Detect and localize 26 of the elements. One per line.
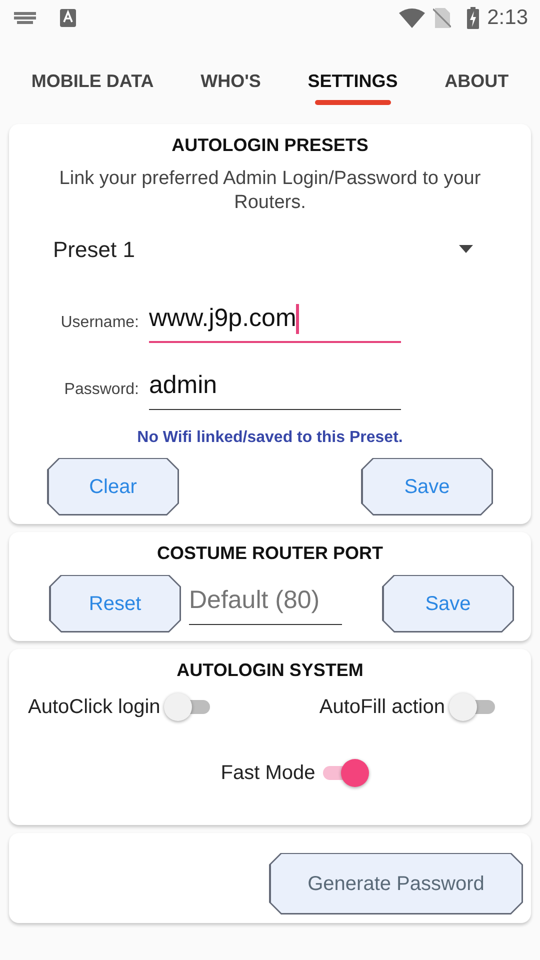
input-field[interactable]: www.j9p.com [149,300,401,343]
card-title: COSTUME ROUTER PORT [156,542,383,562]
no-sim-icon [433,8,452,28]
preset-dropdown[interactable]: Preset 1 [25,222,515,276]
description-text: Link your preferred Admin Login/Password to your Routers. [58,167,482,214]
wifi-icon [399,8,426,28]
tab[interactable]: SETTINGS [302,50,404,108]
input-field[interactable]: admin [149,367,401,410]
field-label: Password: [63,380,140,400]
card-title: AUTOLOGIN PRESETS [172,135,368,155]
card-title: AUTOLOGIN SYSTEM [176,660,364,680]
notice-text: No Wifi linked/saved to this Preset. [137,428,403,446]
switch-label: AutoFill action [319,694,445,720]
switch-label: Fast Mode [220,760,316,786]
tab[interactable]: MOBILE DATA [25,50,160,108]
dropdown-caret-icon [459,245,473,253]
keyboard-icon [14,12,36,24]
battery-charging-icon [467,7,480,29]
generate-password-button[interactable]: Generate Password [269,852,523,914]
tab[interactable]: ABOUT [438,50,515,108]
port-field[interactable]: Default (80) [189,582,342,625]
clock-time: 2:13 [487,5,528,32]
field-label: Username: [60,313,140,333]
tab[interactable]: WHO'S [194,50,267,108]
font-icon [60,9,76,27]
switch-label: AutoClick login [28,694,160,720]
